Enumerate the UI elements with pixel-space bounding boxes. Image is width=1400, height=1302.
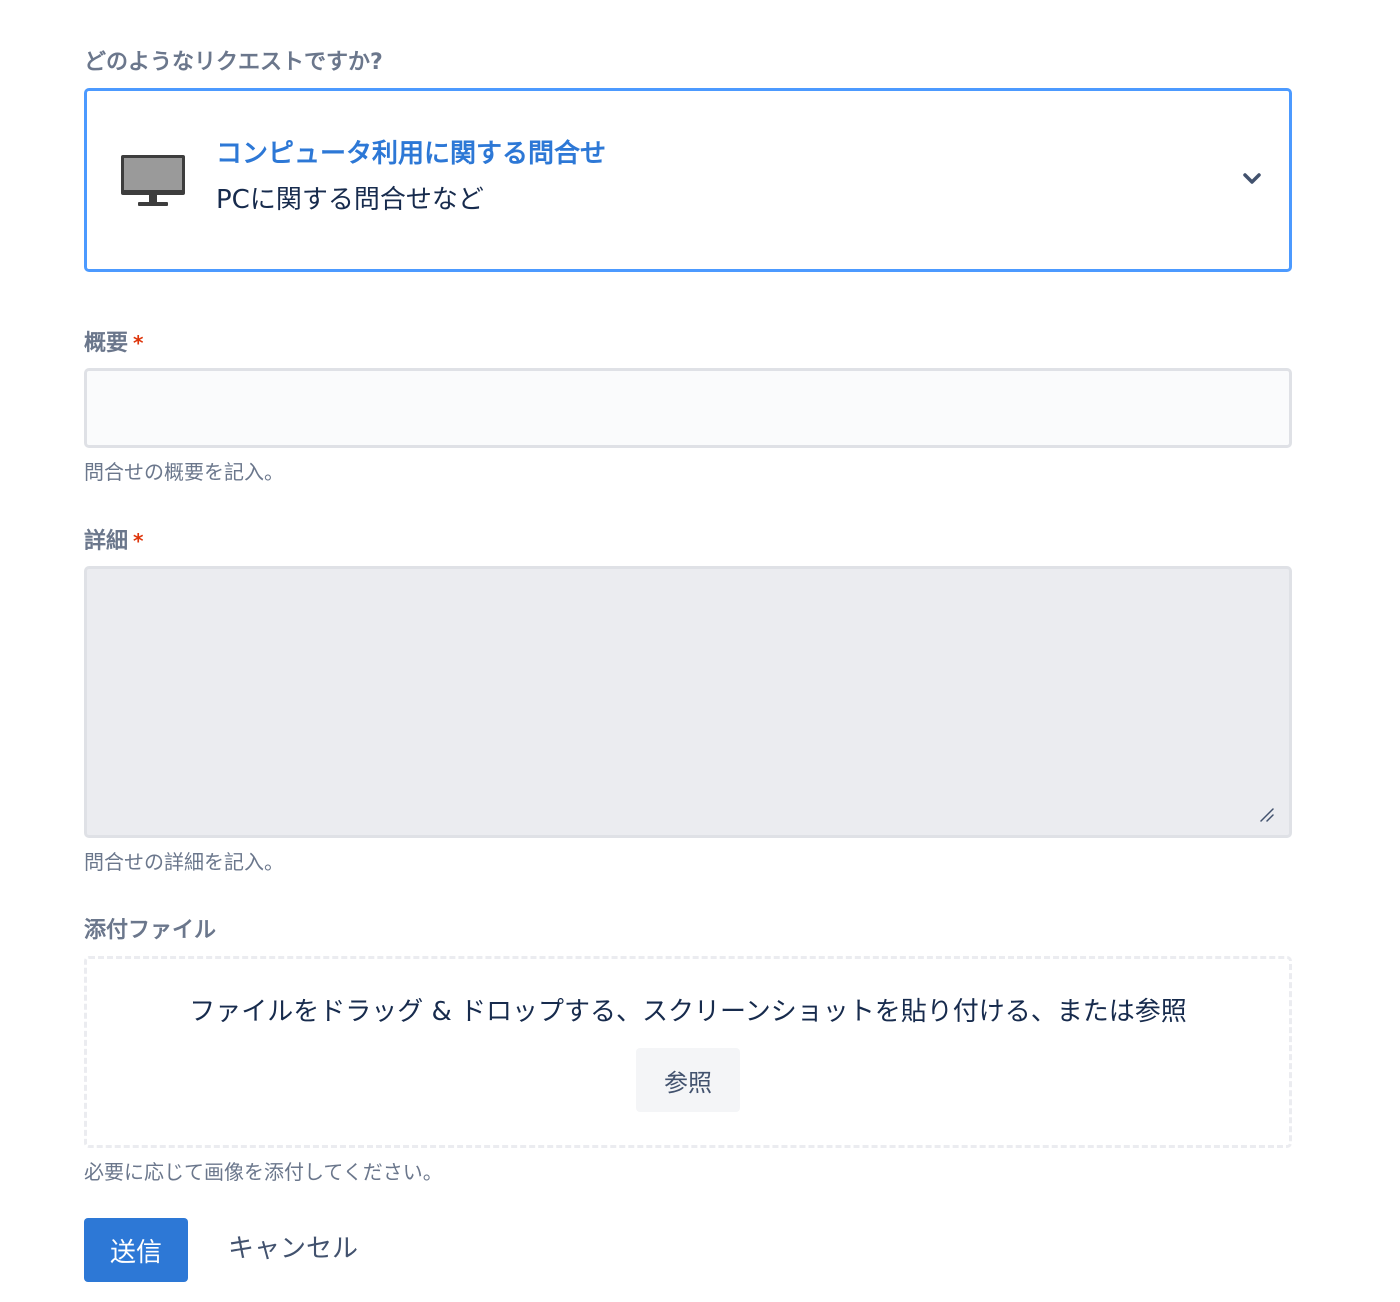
request-type-label: どのようなリクエストですか? <box>84 50 383 75</box>
resize-handle-icon[interactable] <box>1259 807 1275 823</box>
request-type-select[interactable]: コンピュータ利用に関する問合せ PCに関する問合せなど <box>84 88 1292 272</box>
summary-help-text: 問合せの概要を記入。 <box>84 460 284 484</box>
summary-label: 概要 * <box>84 328 143 359</box>
dropzone-instructions: ファイルをドラッグ & ドロップする、スクリーンショットを貼り付ける、または参照 <box>189 997 1187 1027</box>
request-type-title: コンピュータ利用に関する問合せ <box>216 139 607 169</box>
attachments-help-text: 必要に応じて画像を添付してください。 <box>84 1160 443 1184</box>
file-dropzone[interactable]: ファイルをドラッグ & ドロップする、スクリーンショットを貼り付ける、または参照… <box>84 956 1292 1148</box>
browse-button[interactable]: 参照 <box>636 1048 740 1112</box>
summary-label-text: 概要 <box>84 331 129 356</box>
details-help-text: 問合せの詳細を記入。 <box>84 850 284 874</box>
required-marker: * <box>133 529 144 553</box>
details-textarea[interactable] <box>84 566 1292 838</box>
request-type-description: PCに関する問合せなど <box>216 185 484 215</box>
chevron-down-icon[interactable] <box>1241 171 1263 187</box>
details-label-text: 詳細 <box>84 529 129 554</box>
cancel-button[interactable]: キャンセル <box>228 1232 358 1266</box>
summary-input[interactable] <box>84 368 1292 448</box>
submit-button[interactable]: 送信 <box>84 1218 188 1282</box>
attachments-label: 添付ファイル <box>84 918 217 943</box>
required-marker: * <box>133 331 144 355</box>
monitor-icon <box>121 155 185 206</box>
details-label: 詳細 * <box>84 526 143 557</box>
